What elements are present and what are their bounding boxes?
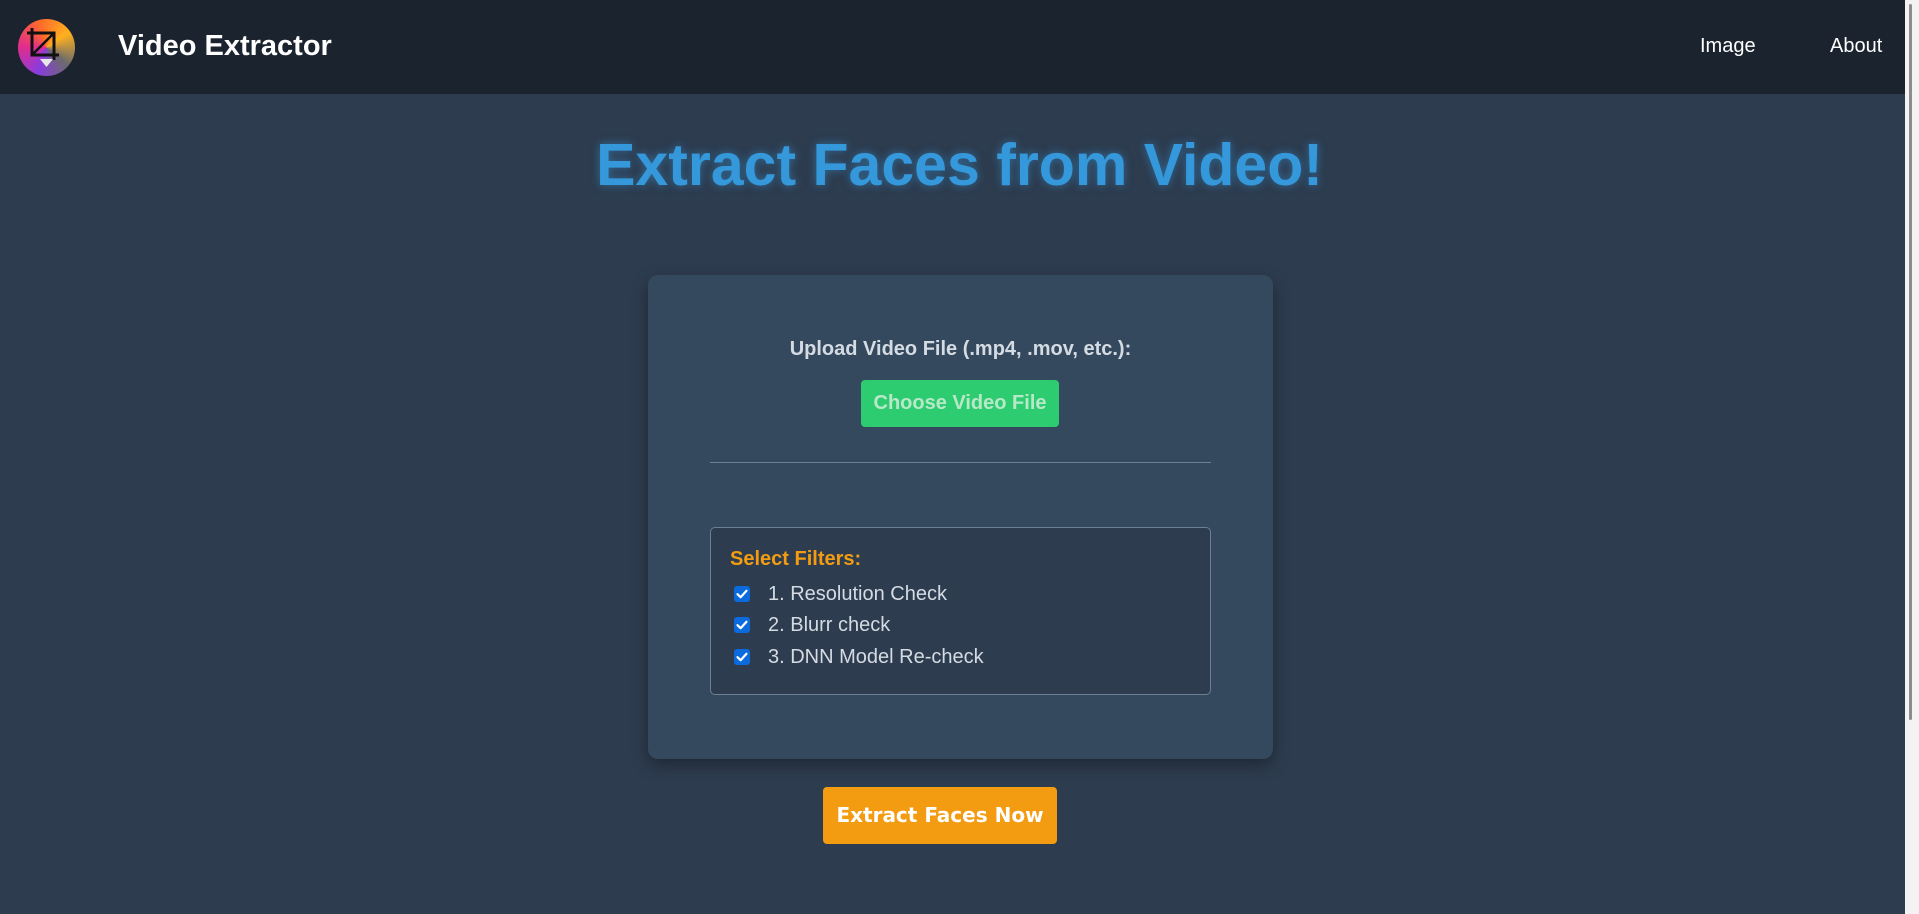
dnn-model-recheck-label[interactable]: 3. DNN Model Re-check	[768, 645, 984, 669]
divider	[710, 462, 1211, 463]
resolution-check-label[interactable]: 1. Resolution Check	[768, 582, 947, 606]
page-title: Extract Faces from Video!	[596, 132, 1323, 198]
upload-card: Upload Video File (.mp4, .mov, etc.): Ch…	[648, 275, 1273, 759]
top-navbar: Video Extractor Image About	[0, 0, 1919, 94]
scrollbar-thumb[interactable]	[1909, 4, 1912, 720]
resolution-check-checkbox[interactable]	[734, 586, 750, 602]
nav-link-image[interactable]: Image	[1700, 34, 1756, 58]
app-brand-title[interactable]: Video Extractor	[118, 28, 332, 64]
choose-video-file-button[interactable]: Choose Video File	[861, 380, 1059, 427]
filters-title: Select Filters:	[730, 548, 862, 570]
blurr-check-checkbox[interactable]	[734, 617, 750, 633]
extract-faces-button[interactable]: Extract Faces Now	[823, 787, 1057, 844]
upload-label: Upload Video File (.mp4, .mov, etc.):	[789, 338, 1132, 360]
dnn-model-recheck-checkbox[interactable]	[734, 649, 750, 665]
nav-link-about[interactable]: About	[1830, 34, 1882, 58]
filters-panel: Select Filters: 1. Resolution Check 2. B…	[710, 527, 1211, 695]
blurr-check-label[interactable]: 2. Blurr check	[768, 613, 890, 637]
crop-download-icon[interactable]	[18, 19, 75, 76]
